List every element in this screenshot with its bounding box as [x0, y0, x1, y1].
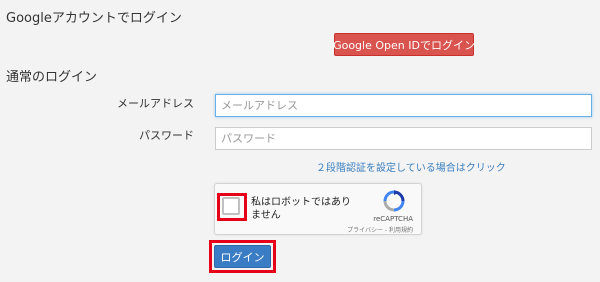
recaptcha-privacy-terms-link[interactable]: プライバシー - 利用規約: [347, 225, 413, 234]
login-button[interactable]: ログイン: [214, 245, 271, 268]
two-step-auth-link[interactable]: ２段階認証を設定している場合はクリック: [316, 159, 506, 174]
recaptcha-brand: reCAPTCHA: [373, 215, 413, 223]
password-label: パスワード: [139, 129, 194, 142]
google-login-heading: Googleアカウントでログイン: [6, 11, 182, 26]
recaptcha-label: 私はロボットではありません: [251, 197, 351, 221]
recaptcha-widget: 私はロボットではありません reCAPTCHA プライバシー - 利用規約: [214, 183, 422, 235]
normal-login-heading: 通常のログイン: [6, 70, 98, 85]
google-openid-login-button[interactable]: Google Open IDでログイン: [333, 33, 475, 56]
password-field[interactable]: [215, 127, 592, 150]
recaptcha-logo-icon: [383, 190, 405, 212]
email-label: メールアドレス: [117, 97, 194, 110]
email-field[interactable]: [215, 94, 592, 117]
recaptcha-checkbox[interactable]: [222, 197, 240, 215]
